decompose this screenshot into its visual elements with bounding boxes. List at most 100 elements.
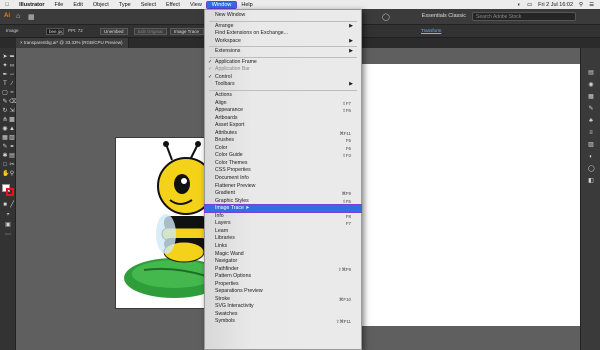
search-icon[interactable]: ⚲: [579, 2, 583, 8]
transform-link[interactable]: Transform: [418, 28, 444, 35]
apple-icon[interactable]: : [0, 2, 14, 8]
menu-item-info[interactable]: Info F8: [205, 213, 361, 220]
wifi-icon[interactable]: ◐: [518, 2, 521, 8]
lightbulb-icon[interactable]: ◯: [382, 13, 390, 21]
menu-item-links[interactable]: Links: [205, 243, 361, 250]
image-trace-button[interactable]: Image Trace: [170, 28, 204, 35]
screen-mode-icon[interactable]: ▣: [5, 222, 11, 228]
menu-view[interactable]: View: [185, 2, 207, 8]
zoom-tool-icon[interactable]: ⚲: [9, 171, 15, 177]
clock-text[interactable]: Fri 2 Jul 16:02: [538, 2, 573, 8]
stroke-swatch[interactable]: [6, 188, 14, 196]
arrange-documents-icon[interactable]: ▦: [28, 13, 35, 21]
slice-tool-icon[interactable]: ✂: [9, 162, 15, 168]
menu-item-extensions[interactable]: Extensions ▶: [205, 48, 361, 55]
menu-item-graphic-styles[interactable]: Graphic Styles ⇧F5: [205, 198, 361, 205]
menu-item-find-extensions-on-exchange[interactable]: Find Extensions on Exchange...: [205, 30, 361, 37]
menu-illustrator[interactable]: Illustrator: [14, 2, 49, 8]
perspective-grid-tool-icon[interactable]: ▲: [9, 126, 15, 132]
file-name-field[interactable]: bee.jpg: [46, 28, 64, 35]
more-tools-icon[interactable]: ⋯: [5, 232, 11, 238]
menu-item-stroke[interactable]: Stroke ⌘F10: [205, 296, 361, 303]
artboard-bee[interactable]: [116, 138, 224, 308]
menu-help[interactable]: Help: [236, 2, 257, 8]
menu-item-document-info[interactable]: Document Info: [205, 175, 361, 182]
draw-mode-icon[interactable]: ◓: [5, 212, 11, 218]
eyedropper-tool-icon[interactable]: ✎: [2, 144, 8, 150]
menu-item-application-bar[interactable]: ✓ Application Bar: [205, 66, 361, 73]
shape-builder-tool-icon[interactable]: ◉: [2, 126, 8, 132]
mesh-tool-icon[interactable]: ▦: [2, 135, 8, 141]
menu-item-libraries[interactable]: Libraries: [205, 235, 361, 242]
menu-object[interactable]: Object: [88, 2, 114, 8]
document-tab[interactable]: × transparentbg.ai* @ 33.33% (RGB/CPU Pr…: [16, 38, 129, 48]
layers-panel-icon[interactable]: ◧: [588, 178, 594, 184]
rotate-tool-icon[interactable]: ↻: [2, 108, 8, 114]
menu-item-separations-preview[interactable]: Separations Preview: [205, 288, 361, 295]
menu-item-asset-export[interactable]: Asset Export: [205, 122, 361, 129]
menu-item-pathfinder[interactable]: Pathfinder ⇧⌘F9: [205, 266, 361, 273]
menu-file[interactable]: File: [50, 2, 69, 8]
menu-item-learn[interactable]: Learn: [205, 228, 361, 235]
free-transform-tool-icon[interactable]: ▩: [9, 117, 15, 123]
menu-item-appearance[interactable]: Appearance ⇧F6: [205, 107, 361, 114]
menu-type[interactable]: Type: [114, 2, 136, 8]
menu-edit[interactable]: Edit: [68, 2, 87, 8]
menu-item-svg-interactivity[interactable]: SVG Interactivity: [205, 303, 361, 310]
menu-item-application-frame[interactable]: ✓ Application Frame: [205, 59, 361, 66]
menu-item-magic-wand[interactable]: Magic Wand: [205, 251, 361, 258]
menu-item-color-themes[interactable]: Color Themes: [205, 160, 361, 167]
blend-tool-icon[interactable]: ⚭: [9, 144, 15, 150]
menu-effect[interactable]: Effect: [161, 2, 185, 8]
bee-image[interactable]: [116, 138, 224, 308]
menu-item-image-trace[interactable]: Image Trace ➤: [204, 204, 362, 214]
transparency-panel-icon[interactable]: ◐: [588, 154, 594, 160]
menu-item-color-guide[interactable]: Color Guide ⇧F3: [205, 152, 361, 159]
stroke-panel-icon[interactable]: ≡: [588, 130, 594, 136]
curvature-tool-icon[interactable]: ∽: [9, 72, 15, 78]
pencil-tool-icon[interactable]: ✎: [2, 99, 8, 105]
menu-item-swatches[interactable]: Swatches: [205, 311, 361, 318]
selection-tool-icon[interactable]: ➤: [2, 54, 8, 60]
scale-tool-icon[interactable]: ⇲: [9, 108, 15, 114]
menu-item-control[interactable]: ✓ Control: [205, 74, 361, 81]
pen-tool-icon[interactable]: ✒: [2, 72, 8, 78]
graph-tool-icon[interactable]: ▤: [9, 153, 15, 159]
magic-wand-tool-icon[interactable]: ✦: [2, 63, 8, 69]
artboard-blank[interactable]: [362, 64, 580, 326]
menu-item-arrange[interactable]: Arrange ▶: [205, 23, 361, 30]
line-tool-icon[interactable]: ∕: [9, 81, 15, 87]
menu-item-new-window[interactable]: New Window: [205, 12, 361, 19]
menu-item-symbols[interactable]: Symbols ⇧⌘F11: [205, 318, 361, 325]
type-tool-icon[interactable]: T: [2, 81, 8, 87]
paintbrush-tool-icon[interactable]: ≈: [9, 90, 15, 96]
properties-panel-icon[interactable]: ▤: [588, 70, 594, 76]
menu-window[interactable]: Window: [205, 0, 238, 9]
menu-item-brushes[interactable]: Brushes F5: [205, 137, 361, 144]
gradient-panel-icon[interactable]: ▨: [588, 142, 594, 148]
menu-item-attributes[interactable]: Attributes ⌘F11: [205, 130, 361, 137]
menu-item-css-properties[interactable]: CSS Properties: [205, 167, 361, 174]
menu-item-align[interactable]: Align ⇧F7: [205, 100, 361, 107]
menu-item-flattener-preview[interactable]: Flattener Preview: [205, 183, 361, 190]
control-center-icon[interactable]: ☰: [589, 2, 594, 8]
direct-selection-tool-icon[interactable]: ➥: [9, 54, 15, 60]
menu-item-navigator[interactable]: Navigator: [205, 258, 361, 265]
menu-item-pattern-options[interactable]: Pattern Options: [205, 273, 361, 280]
menu-item-color[interactable]: Color F6: [205, 145, 361, 152]
close-icon[interactable]: ×: [20, 40, 23, 45]
menu-item-artboards[interactable]: Artboards: [205, 115, 361, 122]
lasso-tool-icon[interactable]: ∞: [9, 63, 15, 69]
home-icon[interactable]: ⌂: [16, 13, 20, 20]
rectangle-tool-icon[interactable]: ▢: [2, 90, 8, 96]
appearance-panel-icon[interactable]: ◯: [588, 166, 595, 172]
symbols-panel-icon[interactable]: ♣: [588, 118, 594, 124]
menu-item-toolbars[interactable]: Toolbars ▶: [205, 81, 361, 88]
artboard-tool-icon[interactable]: □: [2, 162, 8, 168]
menu-select[interactable]: Select: [136, 2, 161, 8]
eraser-tool-icon[interactable]: ⌫: [9, 99, 17, 105]
menu-item-workspace[interactable]: Workspace ▶: [205, 38, 361, 45]
menu-item-gradient[interactable]: Gradient ⌘F9: [205, 190, 361, 197]
edit-original-button[interactable]: Edit Original: [134, 28, 167, 35]
stock-search-input[interactable]: Search Adobe Stock: [472, 12, 576, 21]
